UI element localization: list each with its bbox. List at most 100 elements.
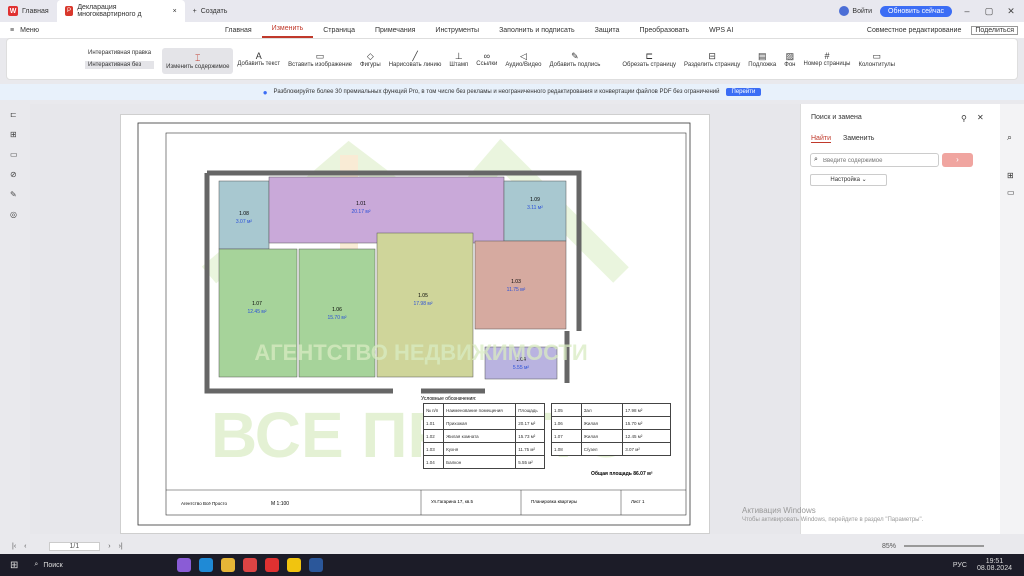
room-area: 12.45 м² [247, 309, 266, 315]
share-button[interactable]: Поделиться [971, 25, 1018, 35]
split-page-button[interactable]: ⊟ Разделить страницу [680, 38, 744, 80]
legend-table-left: № п/п Наименование помещения Площадь 1.01 П… [422, 403, 545, 469]
word-icon[interactable] [309, 558, 324, 572]
nav-prev-icon[interactable]: ‹ [24, 543, 26, 550]
menu-page[interactable]: Страница [313, 27, 365, 34]
collab-button[interactable]: Совместное редактирование [867, 27, 971, 34]
explorer-icon[interactable] [221, 558, 236, 572]
header-footer-button[interactable]: ▭ Колонтитулы [854, 38, 899, 80]
thumbnails-icon[interactable]: ⊞ [10, 130, 20, 140]
menu-fill-sign[interactable]: Заполнить и подписать [489, 27, 585, 34]
mode-interactive[interactable]: Интерактивная правка [85, 49, 154, 57]
menu-label[interactable]: Меню [20, 27, 215, 34]
header-footer-icon: ▭ [872, 50, 881, 61]
text-cursor-icon: ⌶ [195, 52, 201, 63]
crop-page-button[interactable]: ⊏ Обрезать страницу [618, 38, 680, 80]
room-label: 1.08 [239, 211, 249, 217]
taskbar-search[interactable]: ⌕ Поиск [28, 557, 173, 573]
chrome-icon[interactable] [243, 558, 258, 572]
bookmark-icon[interactable]: ⊏ [10, 110, 20, 120]
left-sidebar: ⊏ ⊞ ▭ ⊘ ✎ ◎ [0, 104, 30, 534]
tab-document[interactable]: P Декларация многоквартирного д × [56, 0, 185, 22]
add-text-button[interactable]: A Добавить текст [233, 38, 284, 80]
clock[interactable]: 19:51 08.08.2024 [977, 558, 1012, 572]
tab-home[interactable]: W Главная [0, 0, 57, 22]
banner-go-button[interactable]: Перейти [725, 88, 762, 96]
right-toolbar: ⌕ ⊞ ▭ [1000, 104, 1024, 534]
title-bar: W Главная P Декларация многоквартирного … [0, 0, 1024, 22]
menu-wps-ai[interactable]: WPS AI [699, 27, 743, 34]
draw-line-button[interactable]: ╱ Нарисовать линию [385, 38, 446, 80]
zoom-slider[interactable] [904, 545, 984, 547]
new-tab-button[interactable]: + Создать [185, 0, 236, 22]
taskbar-search-icon: ⌕ [34, 561, 39, 568]
menu-notes[interactable]: Примечания [365, 27, 425, 34]
audio-video-button[interactable]: ◁ Аудио/Видео [501, 38, 545, 80]
nav-first-icon[interactable]: |‹ [12, 543, 16, 550]
windows-activation-notice: Активация Windows Чтобы активировать Win… [742, 506, 924, 523]
zoom-level[interactable]: 85% [882, 543, 896, 550]
close-tab-icon[interactable]: × [173, 8, 177, 15]
app-icon[interactable] [177, 558, 192, 572]
user-avatar-icon [839, 6, 850, 16]
search-icon: ⌕ [814, 156, 818, 163]
attachment-icon[interactable]: ⊘ [10, 170, 20, 180]
search-go-button[interactable]: › [942, 153, 973, 167]
login-button[interactable]: Войти [839, 6, 872, 16]
menu-edit[interactable]: Изменить [261, 22, 314, 38]
info-icon: ● [262, 87, 268, 97]
search-tool-icon[interactable]: ⌕ [1007, 132, 1017, 143]
stamp-title: Планировка квартиры [531, 499, 577, 504]
menu-protect[interactable]: Защита [585, 27, 630, 34]
links-button[interactable]: ∞ Ссылки [472, 38, 501, 80]
pin-icon[interactable]: ⚲ [961, 114, 967, 123]
upgrade-button[interactable]: Обновить сейчас [880, 5, 952, 17]
room-area: 20.17 м² [351, 209, 370, 215]
watermark-button[interactable]: ▤ Подложка [744, 38, 780, 80]
close-window-icon[interactable]: ✕ [1004, 6, 1018, 17]
wps-logo-icon: W [8, 6, 18, 16]
background-button[interactable]: ▨ Фон [780, 38, 799, 80]
mode-interactive-off[interactable]: Интерактивная без [85, 61, 155, 69]
maximize-icon[interactable]: ▢ [982, 6, 996, 17]
room-area: 3.11 м² [527, 205, 543, 211]
windows-start-icon[interactable]: ⊞ [10, 560, 18, 571]
search-input[interactable] [810, 153, 939, 167]
tab-replace[interactable]: Заменить [843, 135, 874, 143]
signature-panel-icon[interactable]: ✎ [10, 190, 20, 200]
insert-image-button[interactable]: ▭ Вставить изображение [284, 38, 356, 80]
room-label: 1.01 [356, 201, 366, 207]
edge-icon[interactable] [199, 558, 214, 572]
edit-content-button[interactable]: ⌶ Изменить содержимое [162, 48, 234, 74]
page-number-button[interactable]: # Номер страницы [799, 38, 854, 80]
minimize-icon[interactable]: – [960, 6, 974, 16]
comment-tool-icon[interactable]: ▭ [1007, 188, 1017, 197]
stamp-button[interactable]: ⊥ Штамп [445, 38, 472, 80]
comment-icon[interactable]: ▭ [10, 150, 20, 160]
add-signature-button[interactable]: ✎ Добавить подпись [546, 38, 605, 80]
nav-last-icon[interactable]: ›| [119, 543, 123, 550]
properties-icon[interactable]: ⊞ [1007, 171, 1017, 180]
hamburger-menu-icon[interactable]: ≡ [0, 27, 20, 34]
yandex-icon[interactable] [287, 558, 302, 572]
tab-find[interactable]: Найти [811, 135, 831, 143]
wps-icon[interactable] [265, 558, 280, 572]
floor-plan-drawing: 1.08 3.07 м² 1.01 20.17 м² 1.09 3.11 м² … [137, 122, 691, 526]
menu-tools[interactable]: Инструменты [425, 27, 489, 34]
close-panel-icon[interactable]: ✕ [977, 113, 984, 122]
line-icon: ╱ [412, 50, 418, 61]
room-label: 1.05 [418, 293, 428, 299]
menu-home[interactable]: Главная [215, 27, 262, 34]
language-indicator[interactable]: РУС [953, 562, 967, 569]
nav-next-icon[interactable]: › [108, 543, 110, 550]
legend-table-right: 1.05 Зал 17.98 м² 1.06 Жилая 15.70 м² 1.07 Жи… [551, 403, 671, 456]
page-indicator[interactable]: 1/1 [48, 541, 101, 551]
stamp-address: Ул.Гагарина 17, кв.5 [431, 499, 474, 504]
shapes-button[interactable]: ◇ Фигуры [356, 38, 385, 80]
pdf-icon: P [64, 6, 74, 16]
search-settings-dropdown[interactable]: Настройка ⌄ [810, 174, 887, 186]
menu-convert[interactable]: Преобразовать [629, 27, 699, 34]
link-icon: ∞ [483, 51, 491, 61]
room-area: 15.70 м² [327, 315, 346, 321]
layers-icon[interactable]: ◎ [10, 210, 20, 220]
